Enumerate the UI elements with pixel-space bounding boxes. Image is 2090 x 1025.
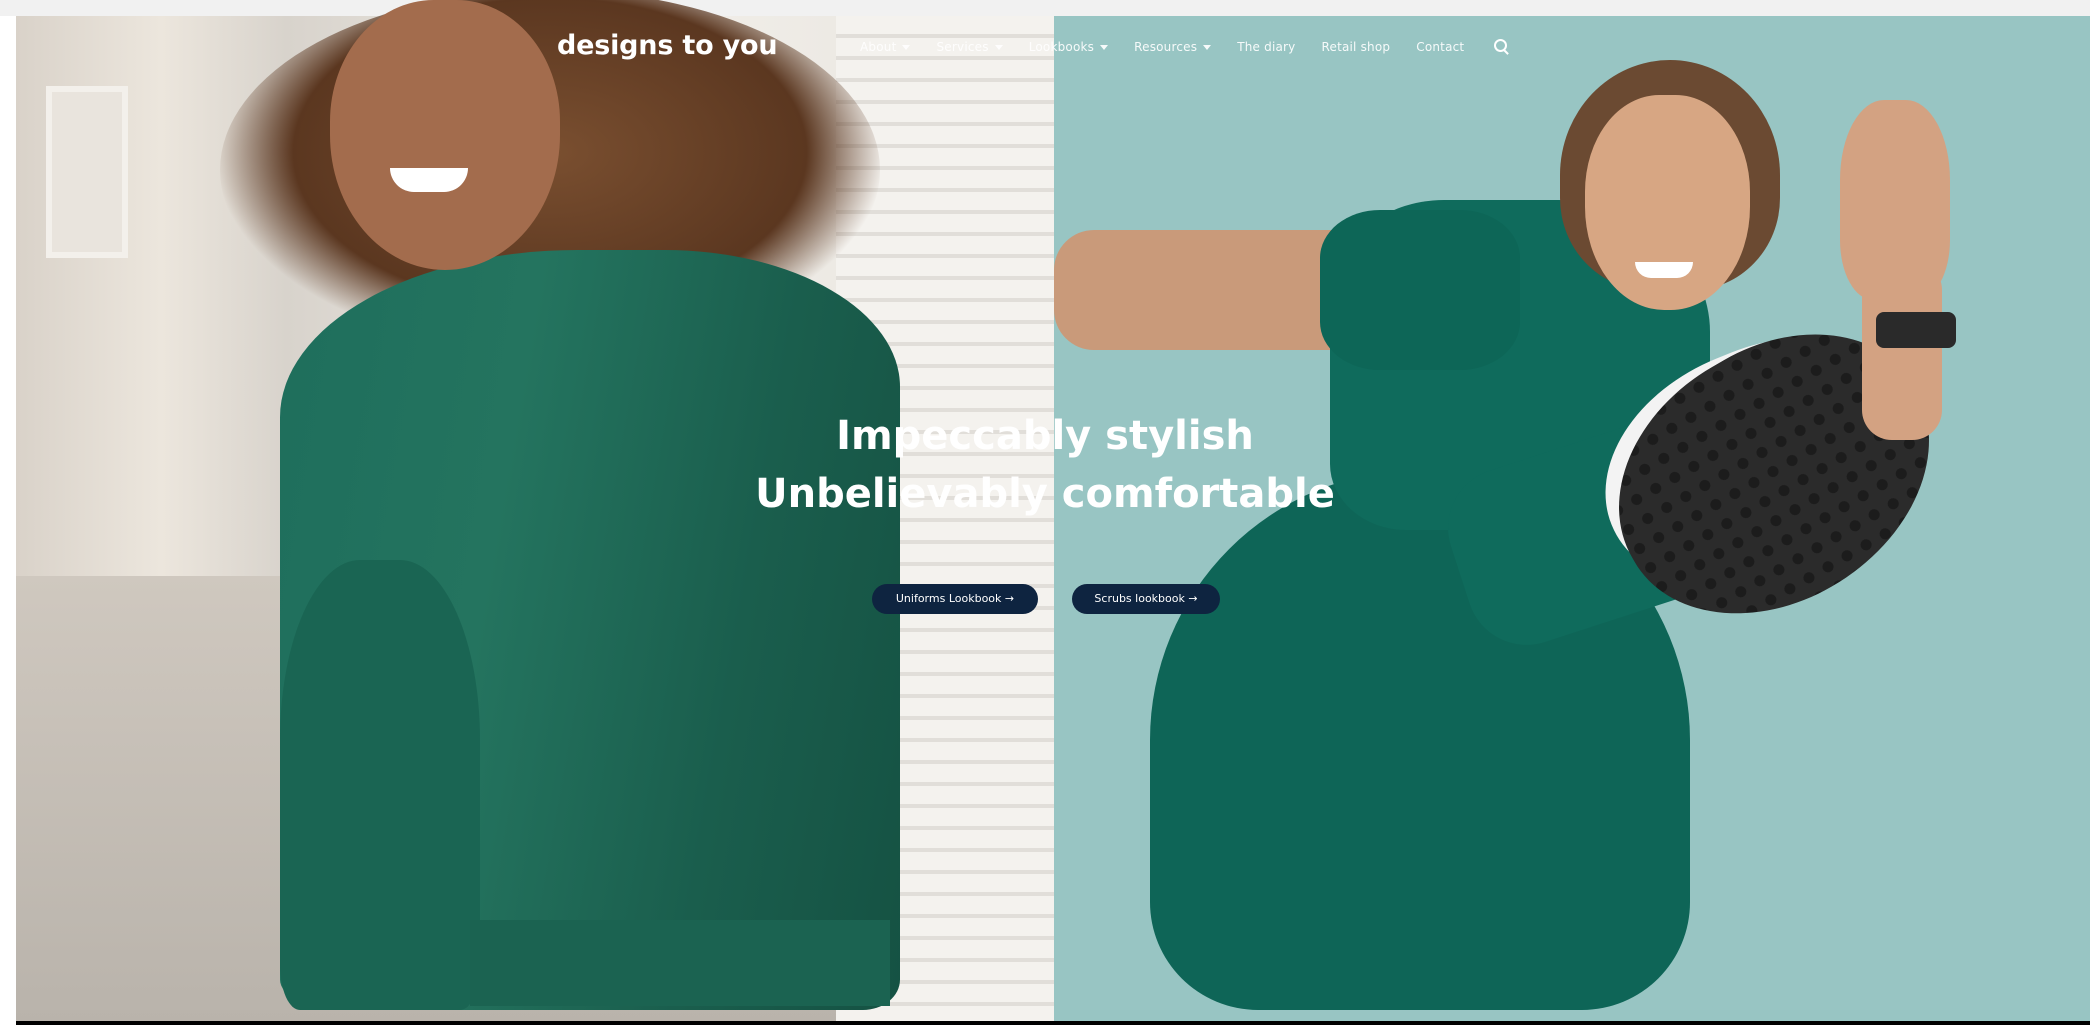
nav-about-label: About — [860, 40, 897, 54]
headline-line-1: Impeccably stylish — [836, 413, 1254, 459]
page: designs to you About Services Lookbooks … — [0, 0, 2090, 1025]
nav-retail-shop[interactable]: Retail shop — [1321, 40, 1390, 54]
model-left-smile — [390, 168, 468, 192]
site-header: designs to you About Services Lookbooks … — [0, 16, 2090, 76]
chevron-down-icon — [902, 44, 911, 50]
browser-top-strip — [0, 0, 2090, 16]
hero-headline: Impeccably stylish Unbelievably comforta… — [0, 408, 2090, 524]
nav-services-label: Services — [936, 40, 989, 54]
headline-line-2: Unbelievably comfortable — [755, 471, 1335, 517]
nav-the-diary[interactable]: The diary — [1237, 40, 1295, 54]
model-right-sleeve — [1320, 210, 1520, 370]
chevron-down-icon — [994, 44, 1003, 50]
model-right-watch — [1876, 312, 1956, 348]
site-logo[interactable]: designs to you — [557, 30, 778, 61]
model-left-belt — [470, 920, 890, 1006]
background-window — [46, 86, 128, 258]
search-icon[interactable] — [1494, 39, 1510, 55]
nav-the-diary-label: The diary — [1237, 40, 1296, 54]
nav-resources[interactable]: Resources — [1134, 40, 1212, 54]
bottom-divider — [16, 1021, 2090, 1025]
nav-retail-shop-label: Retail shop — [1321, 40, 1391, 54]
chevron-down-icon — [1203, 44, 1212, 50]
nav-contact[interactable]: Contact — [1416, 40, 1464, 54]
scrubs-lookbook-button[interactable]: Scrubs lookbook → — [1072, 584, 1220, 614]
nav-contact-label: Contact — [1416, 40, 1465, 54]
uniforms-lookbook-button[interactable]: Uniforms Lookbook → — [872, 584, 1038, 614]
model-right-hand — [1840, 100, 1950, 300]
model-left-sleeve — [280, 560, 480, 1010]
chevron-down-icon — [1100, 44, 1109, 50]
main-menu: About Services Lookbooks Resources The d… — [860, 39, 1510, 55]
nav-about[interactable]: About — [860, 40, 911, 54]
nav-resources-label: Resources — [1134, 40, 1198, 54]
nav-services[interactable]: Services — [936, 40, 1003, 54]
nav-lookbooks[interactable]: Lookbooks — [1028, 40, 1109, 54]
nav-lookbooks-label: Lookbooks — [1028, 40, 1095, 54]
model-right-smile — [1635, 262, 1693, 278]
